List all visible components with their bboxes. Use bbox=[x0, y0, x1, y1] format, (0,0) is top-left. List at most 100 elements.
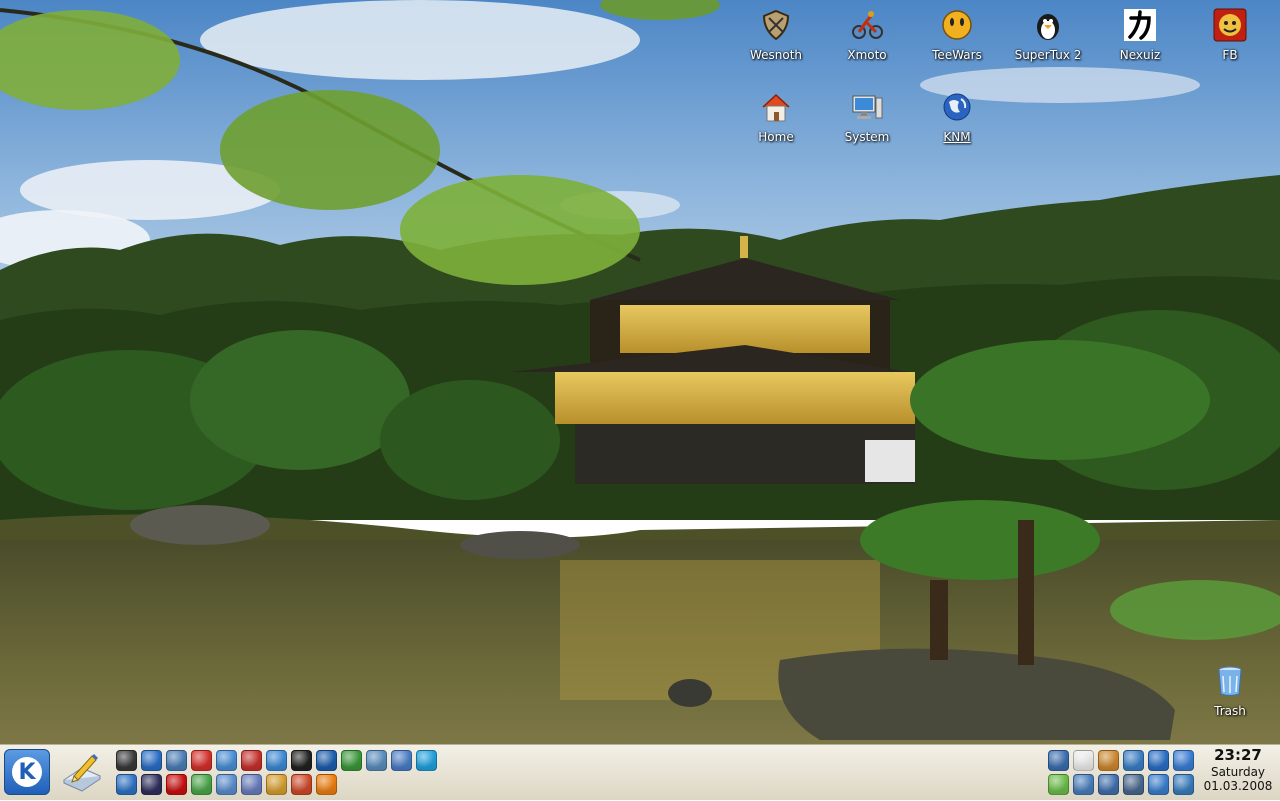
browser-tray-icon bbox=[1149, 751, 1168, 770]
globe-icon bbox=[943, 93, 971, 121]
download-arrow-icon bbox=[342, 751, 361, 770]
desktop-icon-label: System bbox=[844, 130, 890, 144]
quick-launch-button[interactable] bbox=[216, 774, 237, 795]
tray-button[interactable] bbox=[1073, 750, 1094, 771]
desktop-icon-supertux[interactable]: SuperTux 2 bbox=[1003, 8, 1093, 63]
quick-launch-button[interactable] bbox=[166, 750, 187, 771]
panel-clock[interactable]: 23:27 Saturday 01.03.2008 bbox=[1196, 745, 1280, 801]
desktop-icon-label: Xmoto bbox=[847, 48, 887, 62]
klipper-icon bbox=[1074, 751, 1093, 770]
monitor-icon bbox=[117, 751, 136, 770]
motorbike-icon bbox=[852, 11, 883, 39]
quick-launch-button[interactable] bbox=[141, 750, 162, 771]
pencil-icon bbox=[242, 775, 261, 794]
desktop-icon-wesnoth[interactable]: Wesnoth bbox=[731, 8, 821, 63]
desktop-icon-knm[interactable]: KNM bbox=[912, 90, 1002, 145]
signal-icon bbox=[1149, 775, 1168, 794]
quick-launch-button[interactable] bbox=[116, 750, 137, 771]
desktop-icon-trash[interactable]: Trash bbox=[1185, 664, 1275, 719]
quick-launch-button[interactable] bbox=[391, 750, 412, 771]
quick-launch-area bbox=[116, 750, 437, 796]
bug-icon bbox=[217, 751, 236, 770]
quick-launch-button[interactable] bbox=[266, 750, 287, 771]
tray-button[interactable] bbox=[1048, 750, 1069, 771]
help-lifebuoy-icon bbox=[192, 751, 211, 770]
quick-launch-button[interactable] bbox=[116, 774, 137, 795]
quick-launch-button[interactable] bbox=[366, 750, 387, 771]
tray-button[interactable] bbox=[1048, 774, 1069, 795]
tray-button[interactable] bbox=[1123, 774, 1144, 795]
wireless-icon bbox=[1174, 775, 1193, 794]
kanji-icon bbox=[1124, 9, 1156, 41]
desktop-icon-label: Nexuiz bbox=[1119, 48, 1161, 62]
desktop-icon-label: Home bbox=[758, 130, 794, 144]
computer-icon bbox=[852, 95, 883, 119]
quick-launch-button[interactable] bbox=[141, 774, 162, 795]
desktop-icon-label: Wesnoth bbox=[749, 48, 803, 62]
desktop-icon-system[interactable]: System bbox=[822, 90, 912, 145]
clock-time: 23:27 bbox=[1214, 746, 1262, 764]
system-tray bbox=[1048, 750, 1198, 796]
notepad-pencil-icon bbox=[62, 754, 102, 792]
network-computer-icon bbox=[367, 751, 386, 770]
tray-button[interactable] bbox=[1148, 750, 1169, 771]
notes-icon bbox=[267, 775, 286, 794]
status-icon bbox=[1049, 775, 1068, 794]
tray-button[interactable] bbox=[1173, 750, 1194, 771]
ufo-icon bbox=[292, 751, 311, 770]
desktop-icon-label: TeeWars bbox=[932, 48, 982, 62]
quick-launch-button[interactable] bbox=[291, 774, 312, 795]
skype-icon bbox=[417, 751, 436, 770]
quick-launch-button[interactable] bbox=[191, 750, 212, 771]
quick-launch-button[interactable] bbox=[341, 750, 362, 771]
volume-icon bbox=[1099, 775, 1118, 794]
quick-launch-button[interactable] bbox=[316, 774, 337, 795]
quick-launch-button[interactable] bbox=[291, 750, 312, 771]
network-tray-icon bbox=[1049, 751, 1068, 770]
konqueror-icon bbox=[142, 751, 161, 770]
quick-launch-editor-button[interactable] bbox=[58, 749, 106, 795]
desktop-icon-label: SuperTux 2 bbox=[1014, 48, 1082, 62]
k-menu-button[interactable]: K bbox=[4, 749, 50, 795]
fb-icon bbox=[1213, 8, 1247, 42]
opera-icon bbox=[167, 775, 186, 794]
kde-logo-icon: K bbox=[12, 757, 42, 787]
vlc-icon bbox=[317, 775, 336, 794]
desktop-icon-xmoto[interactable]: Xmoto bbox=[822, 8, 912, 63]
terminal-icon bbox=[142, 775, 161, 794]
desktop-icon-home[interactable]: Home bbox=[731, 90, 821, 145]
quick-launch-button[interactable] bbox=[316, 750, 337, 771]
updates-icon bbox=[1174, 751, 1193, 770]
desktop-icon-teewars[interactable]: TeeWars bbox=[912, 8, 1002, 63]
editor-icon bbox=[117, 775, 136, 794]
desktop-icon-fb[interactable]: FB bbox=[1185, 8, 1275, 63]
quick-launch-button[interactable] bbox=[241, 750, 262, 771]
tray-button[interactable] bbox=[1123, 750, 1144, 771]
kget-icon bbox=[267, 751, 286, 770]
quick-launch-button[interactable] bbox=[191, 774, 212, 795]
kde-panel: K 23:27 Saturday 01.03.2008 bbox=[0, 744, 1280, 800]
clock-date: 01.03.2008 bbox=[1203, 779, 1273, 793]
kde-tray-icon bbox=[1124, 775, 1143, 794]
tray-button[interactable] bbox=[1098, 774, 1119, 795]
window-list-icon bbox=[1074, 775, 1093, 794]
display-icon bbox=[1124, 751, 1143, 770]
quick-launch-button[interactable] bbox=[416, 750, 437, 771]
shield-icon bbox=[762, 9, 790, 41]
tray-button[interactable] bbox=[1148, 774, 1169, 795]
quick-launch-button[interactable] bbox=[241, 774, 262, 795]
trash-icon bbox=[1218, 666, 1242, 696]
quick-launch-button[interactable] bbox=[216, 750, 237, 771]
tray-button[interactable] bbox=[1098, 750, 1119, 771]
quick-launch-button[interactable] bbox=[266, 774, 287, 795]
screenshot-icon bbox=[217, 775, 236, 794]
tray-button[interactable] bbox=[1173, 774, 1194, 795]
user-icon bbox=[1099, 751, 1118, 770]
settings-icon bbox=[392, 751, 411, 770]
tray-button[interactable] bbox=[1073, 774, 1094, 795]
smiley-icon bbox=[942, 10, 972, 40]
arrows-icon bbox=[292, 775, 311, 794]
home-icon bbox=[762, 93, 790, 122]
quick-launch-button[interactable] bbox=[166, 774, 187, 795]
desktop-icon-nexuiz[interactable]: Nexuiz bbox=[1095, 8, 1185, 63]
